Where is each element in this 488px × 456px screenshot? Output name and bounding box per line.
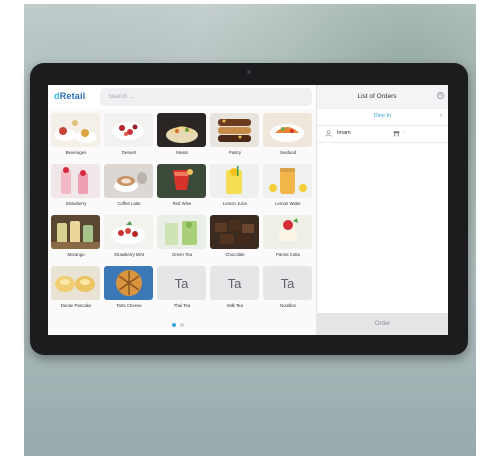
- chevron-right-icon: ›: [440, 113, 442, 119]
- category-tile[interactable]: Coffee Latte: [104, 164, 154, 209]
- close-icon[interactable]: ⊘: [437, 92, 444, 99]
- panna-cotta-image: [263, 215, 312, 249]
- background-shade: [24, 346, 476, 456]
- category-label: Thai Tea: [173, 303, 191, 308]
- category-label: Tarts Cheese: [116, 303, 142, 308]
- order-button[interactable]: Order: [317, 313, 448, 335]
- red-cocktail-image: [157, 164, 206, 198]
- category-label: Morango: [67, 252, 85, 257]
- tart-basket-image: [104, 266, 153, 300]
- category-tile[interactable]: Seafood: [263, 113, 313, 158]
- dining-mode-label: Dine In: [373, 113, 392, 119]
- category-label: Meats: [176, 150, 188, 155]
- category-label: Green Tea: [172, 252, 192, 257]
- category-label: Pastry: [228, 150, 242, 155]
- category-tile[interactable]: Ta Thai Tea: [157, 266, 207, 311]
- orders-title: List of Orders: [357, 93, 397, 100]
- category-tile[interactable]: Durian Pancake: [51, 266, 101, 311]
- category-label: Noodles: [280, 303, 296, 308]
- noodle-bowl-image: [157, 113, 206, 147]
- category-tile[interactable]: Strawberry Mint: [104, 215, 154, 260]
- category-label: Coffee Latte: [117, 201, 141, 206]
- category-tile[interactable]: Beverages: [51, 113, 101, 158]
- text-placeholder-thumb: Ta: [210, 266, 259, 300]
- category-label: Durian Pancake: [60, 303, 92, 308]
- lemon-glass-image: [210, 164, 259, 198]
- category-tile[interactable]: Chocolate: [210, 215, 260, 260]
- chocolate-image: [210, 215, 259, 249]
- category-tile[interactable]: Panna Cotta: [263, 215, 313, 260]
- category-label: Chocolate: [225, 252, 245, 257]
- category-label: Lemon Juice: [222, 201, 248, 206]
- category-label: Red Wine: [172, 201, 192, 206]
- page-dot-1[interactable]: [172, 323, 176, 327]
- lemon-jar-image: [263, 164, 312, 198]
- category-tile[interactable]: Pastry: [210, 113, 260, 158]
- seafood-dish-image: [263, 113, 312, 147]
- eclair-image: [210, 113, 259, 147]
- category-tile[interactable]: Morango: [51, 215, 101, 260]
- tablet-frame: dRetail Beverages Dessert Meats Pastry Seafo…: [30, 63, 468, 355]
- person-icon: [325, 130, 332, 137]
- text-placeholder-thumb: Ta: [263, 266, 312, 300]
- category-label: Lemon Water: [275, 201, 301, 206]
- category-tile[interactable]: Ta Milk Tea: [210, 266, 260, 311]
- pagination: [172, 323, 184, 327]
- category-label: Beverages: [65, 150, 87, 155]
- dessert-plates-image: [51, 113, 100, 147]
- category-label: Seafood: [279, 150, 296, 155]
- berry-plate-image: [104, 113, 153, 147]
- category-tile[interactable]: Strawberry: [51, 164, 101, 209]
- category-tile[interactable]: Dessert: [104, 113, 154, 158]
- category-tile[interactable]: Lemon Water: [263, 164, 313, 209]
- app-logo: dRetail: [54, 91, 85, 101]
- category-tile[interactable]: Ta Noodles: [263, 266, 313, 311]
- category-label: Dessert: [121, 150, 137, 155]
- category-label: Strawberry Mint: [113, 252, 145, 257]
- text-placeholder-thumb: Ta: [157, 266, 206, 300]
- orders-header: List of Orders ⊘: [317, 85, 448, 109]
- category-label: Panna Cotta: [276, 252, 300, 257]
- green-drinks-image: [51, 215, 100, 249]
- customer-row[interactable]: Imam -: [317, 126, 448, 143]
- category-label: Strawberry: [65, 201, 87, 206]
- category-tile[interactable]: Green Tea: [157, 215, 207, 260]
- category-grid: Beverages Dessert Meats Pastry Seafood Strawb…: [51, 113, 313, 311]
- green-tea-image: [157, 215, 206, 249]
- orders-panel: List of Orders ⊘ Dine In › Imam - Order: [316, 85, 448, 335]
- strawberry-drink-image: [51, 164, 100, 198]
- logo-text: Retail: [59, 91, 86, 101]
- camera-dot: [247, 70, 251, 74]
- category-tile[interactable]: Lemon Juice: [210, 164, 260, 209]
- category-tile[interactable]: Red Wine: [157, 164, 207, 209]
- category-label: Milk Tea: [227, 303, 243, 308]
- top-bar: dRetail: [48, 85, 316, 109]
- mint-plate-image: [104, 215, 153, 249]
- customer-name: Imam: [337, 130, 351, 136]
- category-tile[interactable]: Meats: [157, 113, 207, 158]
- tablet-screen: dRetail Beverages Dessert Meats Pastry Seafo…: [48, 85, 448, 335]
- table-icon: [393, 131, 400, 137]
- category-tile[interactable]: Tarts Cheese: [104, 266, 154, 311]
- pancake-image: [51, 266, 100, 300]
- dining-mode-selector[interactable]: Dine In ›: [317, 109, 448, 126]
- table-number: -: [403, 130, 405, 136]
- page-dot-2[interactable]: [180, 323, 184, 327]
- product-panel: dRetail Beverages Dessert Meats Pastry Seafo…: [48, 85, 316, 335]
- latte-cup-image: [104, 164, 153, 198]
- search-input[interactable]: [100, 88, 312, 106]
